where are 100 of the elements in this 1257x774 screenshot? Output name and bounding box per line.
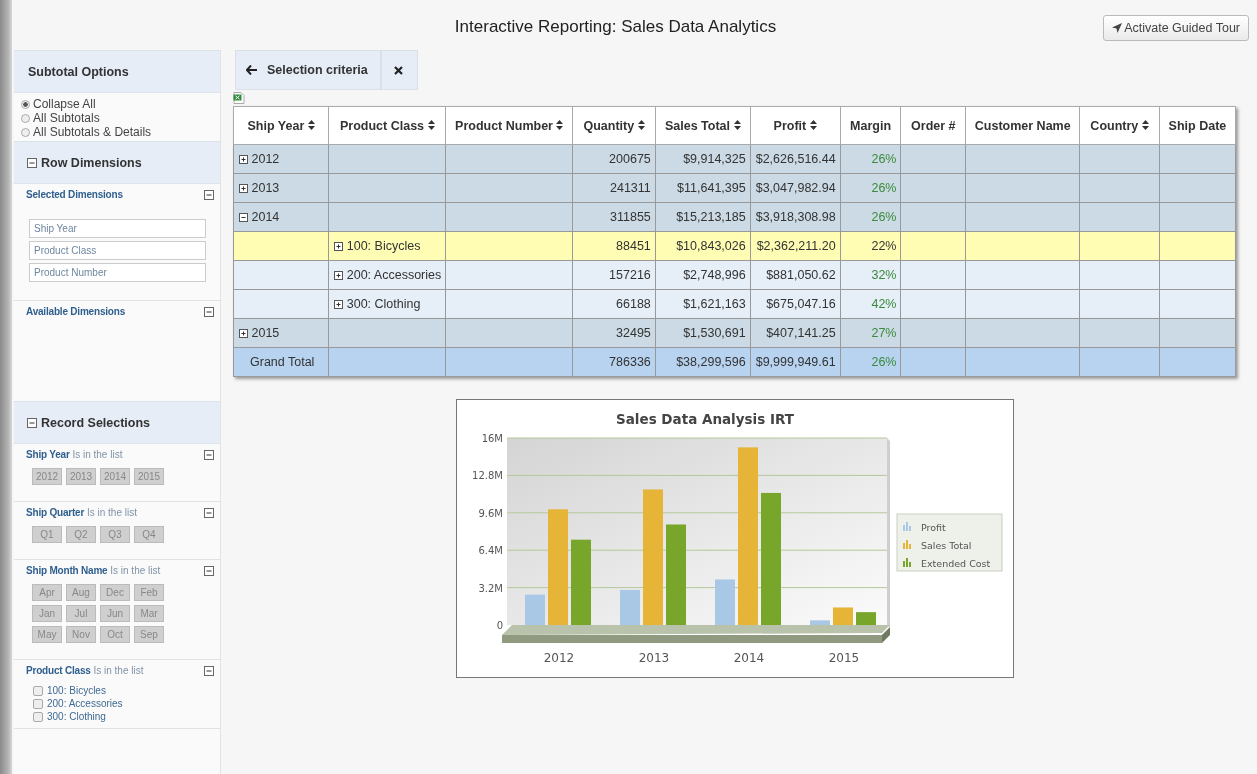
legend-label: Extended Cost [920, 558, 990, 569]
dimension-item[interactable]: Product Number [29, 263, 206, 282]
expand-icon[interactable] [334, 300, 344, 309]
filter-value-button[interactable]: Oct [100, 626, 130, 643]
expand-icon[interactable] [239, 155, 248, 164]
filter-value-button[interactable]: Jan [32, 605, 62, 622]
filter-value-button[interactable]: Jun [100, 605, 130, 622]
collapse-icon[interactable] [204, 449, 214, 460]
collapse-icon[interactable] [204, 306, 214, 317]
column-header: Customer Name [965, 106, 1080, 145]
table-cell: 66188 [572, 289, 656, 319]
spreadsheet-icon[interactable] [233, 92, 245, 104]
filter-value-button[interactable]: 2015 [134, 468, 164, 485]
axis-tick-label: 3.2M [477, 582, 503, 594]
table-cell: 32% [840, 260, 901, 290]
subsection-title: Selected Dimensions [26, 189, 123, 200]
filter-value-button[interactable]: Q4 [134, 526, 164, 543]
close-icon [393, 65, 403, 75]
dimension-item[interactable]: Product Class [29, 241, 206, 260]
chart-bar [714, 579, 735, 625]
filter-value-button[interactable]: Nov [66, 626, 96, 643]
axis-category-label: 2014 [733, 651, 764, 665]
chart-title: Sales Data Analysis IRT [615, 411, 794, 427]
checkbox-option[interactable]: 200: Accessories [33, 698, 214, 709]
axis-tick-label: 0 [496, 620, 503, 631]
table-cell: 300: Clothing [328, 289, 446, 319]
table-cell: 22% [840, 231, 901, 261]
selection-criteria-button[interactable]: Selection criteria [236, 51, 382, 89]
filter-value-button[interactable]: 2013 [66, 468, 96, 485]
axis-tick-label: 6.4M [477, 545, 503, 557]
checkbox-option[interactable]: 100: Bicycles [33, 685, 214, 696]
guided-tour-button[interactable]: Activate Guided Tour [1103, 15, 1249, 41]
page-title: Interactive Reporting: Sales Data Analytics [453, 16, 778, 37]
filter-value-button[interactable]: Mar [134, 605, 164, 622]
table-cell: $407,141.25 [750, 318, 841, 348]
column-header[interactable]: Country [1079, 106, 1160, 145]
table-cell: 786336 [572, 347, 656, 377]
column-header[interactable]: Product Class [328, 106, 446, 145]
filter-value-button[interactable]: Dec [100, 584, 130, 601]
radio-option[interactable]: All Subtotals [21, 111, 220, 125]
section-title: Record Selections [41, 415, 151, 430]
sort-icon[interactable] [1141, 119, 1149, 130]
table-cell: 26% [840, 173, 901, 203]
checkbox[interactable] [33, 711, 43, 722]
table-cell: $9,999,949.61 [750, 347, 841, 377]
radio-button[interactable] [21, 99, 30, 109]
axis-tick-label: 12.8M [471, 470, 503, 482]
filter-value-button[interactable]: Apr [32, 584, 62, 601]
sort-icon[interactable] [427, 119, 435, 130]
sort-icon[interactable] [733, 119, 741, 130]
subsection-title: Available Dimensions [26, 306, 125, 317]
column-header[interactable]: Product Number [445, 106, 573, 145]
column-header[interactable]: Ship Year [233, 106, 329, 145]
table-cell: 26% [840, 347, 901, 377]
radio-option[interactable]: Collapse All [21, 97, 220, 111]
table-cell: $1,530,691 [655, 318, 751, 348]
column-header: Ship Date [1159, 106, 1236, 145]
sort-icon[interactable] [556, 119, 564, 130]
column-header[interactable]: Quantity [572, 106, 656, 145]
filter-value-button[interactable]: Feb [134, 584, 164, 601]
filter-title: Ship Month Name Is in the list [26, 565, 161, 576]
expand-icon[interactable] [334, 242, 344, 251]
collapse-icon[interactable] [239, 213, 248, 222]
collapse-icon[interactable] [204, 665, 214, 676]
collapse-icon[interactable] [204, 507, 214, 518]
sort-icon[interactable] [637, 119, 645, 130]
radio-button[interactable] [21, 113, 30, 123]
filter-value-button[interactable]: Q3 [100, 526, 130, 543]
table-cell: $9,914,325 [655, 144, 751, 174]
radio-option[interactable]: All Subtotals & Details [21, 125, 220, 139]
collapse-icon[interactable] [27, 417, 37, 428]
filter-value-button[interactable]: 2014 [100, 468, 130, 485]
column-header[interactable]: Sales Total [655, 106, 751, 145]
expand-icon[interactable] [239, 184, 248, 193]
table-cell: $1,621,163 [655, 289, 751, 319]
filter-value-button[interactable]: Sep [134, 626, 164, 643]
sort-icon[interactable] [809, 119, 817, 130]
checkbox[interactable] [33, 685, 43, 696]
table-cell: 311855 [572, 202, 656, 232]
dimension-item[interactable]: Ship Year [29, 219, 206, 238]
filter-value-button[interactable]: 2012 [32, 468, 62, 485]
collapse-icon[interactable] [204, 189, 214, 200]
table-cell: 100: Bicycles [328, 231, 446, 261]
sort-icon[interactable] [307, 119, 315, 130]
table-cell: $2,748,996 [655, 260, 751, 290]
filter-title: Ship Year Is in the list [26, 449, 123, 460]
expand-icon[interactable] [239, 329, 248, 338]
filter-value-button[interactable]: Aug [66, 584, 96, 601]
filter-value-button[interactable]: Jul [66, 605, 96, 622]
radio-button[interactable] [21, 127, 30, 137]
filter-value-button[interactable]: Q2 [66, 526, 96, 543]
column-header[interactable]: Profit [750, 106, 841, 145]
filter-value-button[interactable]: Q1 [32, 526, 62, 543]
checkbox[interactable] [33, 698, 43, 709]
collapse-icon[interactable] [204, 565, 214, 576]
filter-value-button[interactable]: May [32, 626, 62, 643]
expand-icon[interactable] [334, 271, 344, 280]
axis-tick-label: 16M [481, 433, 503, 444]
checkbox-option[interactable]: 300: Clothing [33, 711, 214, 722]
collapse-icon[interactable] [27, 157, 37, 168]
